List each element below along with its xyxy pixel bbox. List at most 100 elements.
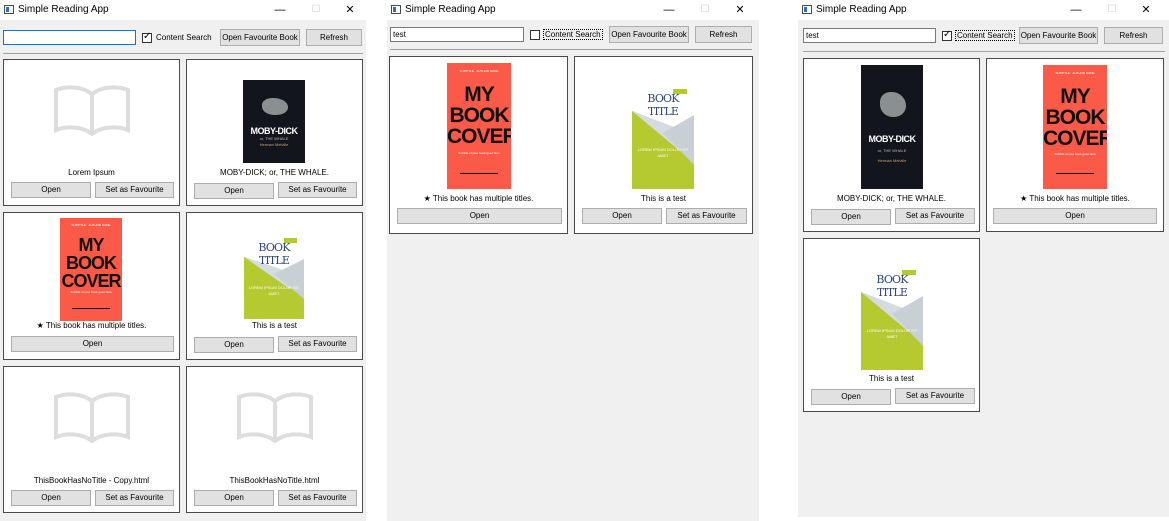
open-button[interactable]: Open: [811, 389, 891, 405]
set-favourite-button[interactable]: Set as Favourite: [278, 490, 357, 506]
cover-rule: [459, 172, 499, 174]
maximize-button[interactable]: ☐: [302, 2, 330, 18]
search-input[interactable]: test: [390, 27, 524, 42]
app-icon: [4, 5, 14, 14]
refresh-button[interactable]: Refresh: [1104, 27, 1163, 44]
set-favourite-button[interactable]: Set as Favourite: [895, 208, 975, 224]
cover-subtitle: Subtitle of your book goes here: [458, 151, 500, 156]
open-button[interactable]: Open: [811, 209, 891, 225]
book-title: Lorem Ipsum: [68, 168, 115, 177]
open-button[interactable]: Open: [993, 208, 1157, 224]
content-search-checkbox[interactable]: Content Search: [530, 27, 603, 42]
content-search-checkbox[interactable]: Content Search: [942, 28, 1015, 43]
book-title: MOBY-DICK; or, THE WHALE.: [220, 168, 329, 177]
book-title: MOBY-DICK; or, THE WHALE.: [837, 194, 946, 203]
close-button[interactable]: ✕: [726, 2, 754, 18]
book-cover-image: MOBY-DICK or, THE WHALE Herman Melville: [243, 80, 305, 163]
window-title: Simple Reading App: [405, 4, 496, 15]
refresh-button[interactable]: Refresh: [306, 29, 362, 46]
open-button[interactable]: Open: [582, 208, 662, 224]
book-title: This is a test: [252, 321, 297, 330]
cover-title: BOOK TITLE: [647, 92, 679, 119]
set-favourite-button[interactable]: Set as Favourite: [278, 182, 357, 198]
title-bar[interactable]: Simple Reading App — ☐ ✕: [0, 0, 366, 20]
cover-title: MOBY-DICK: [868, 134, 917, 145]
book-title: This is a test: [641, 194, 686, 203]
search-input[interactable]: test: [803, 28, 936, 43]
book-card: Lorem Ipsum Open Set as Favourite: [3, 59, 180, 206]
book-card: BOOK TITLE LOREM IPSUM DOLOR SIT AMET Th…: [186, 212, 363, 360]
book-card: BOOK TITLE LOREM IPSUM DOLOR SIT AMET Th…: [574, 56, 753, 234]
whale-image: [261, 98, 288, 115]
set-favourite-button[interactable]: Set as Favourite: [278, 336, 357, 352]
app-window-2: Simple Reading App — ☐ ✕ test Content Se…: [387, 0, 759, 521]
open-button[interactable]: Open: [194, 490, 274, 506]
minimize-button[interactable]: —: [1062, 2, 1090, 18]
minimize-button[interactable]: —: [655, 2, 683, 18]
checkbox-check-icon[interactable]: [942, 29, 952, 41]
cover-header: SUBTITLE · AUTHOR NAME: [459, 69, 499, 74]
checkbox-check-icon[interactable]: [142, 31, 152, 43]
cover-title: MY BOOK COVER: [61, 234, 121, 291]
cover-subtitle: or, THE WHALE: [259, 135, 289, 141]
book-card: SUBTITLE · AUTHOR NAME MY BOOK COVER Sub…: [389, 56, 568, 234]
close-button[interactable]: ✕: [1132, 2, 1160, 18]
book-title: This is a test: [869, 374, 914, 383]
content-search-checkbox[interactable]: Content Search: [142, 30, 213, 45]
cover-graphic: [632, 111, 694, 189]
open-button[interactable]: Open: [11, 490, 91, 506]
title-bar[interactable]: Simple Reading App — ☐ ✕: [798, 0, 1169, 20]
open-button[interactable]: Open: [397, 208, 562, 224]
toolbar: Content Search Open Favourite Book Refre…: [0, 20, 366, 52]
cover-title: MY BOOK COVER: [1043, 85, 1107, 151]
book-card: SUBTITLE · AUTHOR NAME MY BOOK COVER Sub…: [986, 58, 1164, 232]
open-button[interactable]: Open: [194, 337, 274, 353]
open-button[interactable]: Open: [11, 182, 91, 198]
maximize-button[interactable]: ☐: [691, 2, 719, 18]
book-title: ThisBookHasNoTitle.html: [229, 476, 320, 485]
cover-rule: [72, 307, 110, 309]
title-bar[interactable]: Simple Reading App — ☐ ✕: [387, 0, 759, 20]
close-button[interactable]: ✕: [336, 2, 364, 18]
book-card: BOOK TITLE LOREM IPSUM DOLOR SIT AMET Th…: [803, 238, 980, 412]
book-cover-image: BOOK TITLE LOREM IPSUM DOLOR SIT AMET: [632, 65, 694, 189]
open-button[interactable]: Open: [194, 183, 274, 199]
set-favourite-button[interactable]: Set as Favourite: [895, 388, 975, 404]
set-favourite-button[interactable]: Set as Favourite: [666, 208, 747, 224]
open-button[interactable]: Open: [11, 336, 174, 352]
maximize-button[interactable]: ☐: [1098, 2, 1126, 18]
cover-title: BOOK TITLE: [258, 241, 290, 267]
separator: [390, 49, 752, 50]
open-favourite-button[interactable]: Open Favourite Book: [609, 26, 689, 43]
checkbox-icon[interactable]: [530, 29, 540, 40]
content-search-label: Content Search: [955, 30, 1015, 41]
book-placeholder-icon: [54, 85, 130, 136]
book-card: SUBTITLE · AUTHOR NAME MY BOOK COVER Sub…: [3, 212, 180, 360]
book-cover-image: BOOK TITLE LOREM IPSUM DOLOR SIT AMET: [861, 246, 923, 370]
book-title: ★ This book has multiple titles.: [423, 194, 534, 203]
cover-title: BOOK TITLE: [876, 273, 908, 300]
content-search-label: Content Search: [543, 29, 603, 40]
window-title: Simple Reading App: [816, 4, 907, 15]
open-favourite-button[interactable]: Open Favourite Book: [220, 29, 300, 46]
app-window-1: Simple Reading App — ☐ ✕ Content Search …: [0, 0, 366, 521]
book-placeholder-icon: [54, 392, 130, 443]
book-title: ★ This book has multiple titles.: [1020, 194, 1130, 203]
book-cover-image: BOOK TITLE LOREM IPSUM DOLOR SIT AMET: [244, 219, 304, 319]
book-placeholder-icon: [237, 392, 313, 443]
refresh-button[interactable]: Refresh: [695, 26, 752, 43]
set-favourite-button[interactable]: Set as Favourite: [95, 182, 174, 198]
set-favourite-button[interactable]: Set as Favourite: [95, 490, 174, 506]
open-favourite-button[interactable]: Open Favourite Book: [1019, 27, 1098, 44]
book-card: MOBY-DICK or, THE WHALE Herman Melville …: [186, 59, 363, 206]
search-input[interactable]: [3, 30, 136, 45]
cover-author: Herman Melville: [259, 142, 289, 148]
toolbar: test Content Search Open Favourite Book …: [798, 20, 1169, 52]
app-icon: [391, 5, 401, 14]
app-window-3: Simple Reading App — ☐ ✕ test Content Se…: [798, 0, 1169, 517]
app-icon: [802, 5, 812, 14]
cover-subtitle: Subtitle of your book goes here: [1054, 151, 1096, 156]
minimize-button[interactable]: —: [266, 2, 294, 18]
cover-lorem: LOREM IPSUM DOLOR SIT AMET: [248, 285, 300, 296]
content-search-label: Content Search: [156, 33, 212, 42]
